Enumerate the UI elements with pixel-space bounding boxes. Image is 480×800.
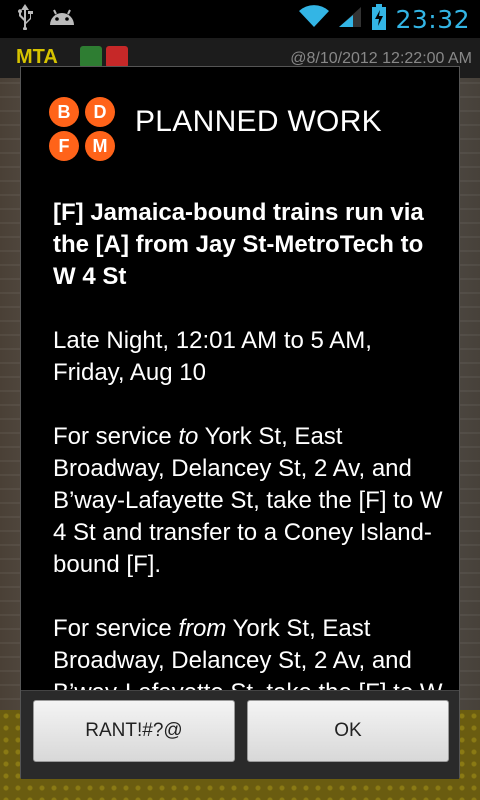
para-prefix: For service [53, 423, 179, 450]
planned-work-dialog: B D F M PLANNED WORK [F] Jamaica-bound t… [20, 66, 460, 779]
notice-headline: [F] Jamaica-bound trains run via the [A]… [53, 199, 424, 290]
notice-paragraph-to: For service to York St, East Broadway, D… [53, 421, 443, 581]
status-bar: 23:32 [0, 0, 480, 38]
rant-button[interactable]: RANT!#?@ [33, 700, 235, 762]
para-prefix: For service [53, 615, 179, 642]
usb-icon [16, 4, 34, 34]
para-emphasis: from [178, 615, 227, 642]
notice-schedule: Late Night, 12:01 AM to 5 AM, Friday, Au… [53, 327, 372, 386]
dialog-title: PLANNED WORK [135, 105, 382, 138]
notice-paragraph-from: For service from York St, East Broadway,… [53, 613, 443, 690]
battery-charging-icon [371, 4, 387, 34]
down-arrow-icon [106, 46, 128, 68]
up-arrow-icon [80, 46, 102, 68]
background-arrows [80, 46, 128, 68]
dialog-header: B D F M PLANNED WORK [21, 67, 459, 177]
route-bullet-m: M [85, 131, 115, 161]
para-emphasis: to [178, 423, 199, 450]
clock: 23:32 [395, 4, 470, 34]
signal-icon [337, 5, 363, 33]
android-icon [48, 7, 76, 31]
dialog-button-bar: RANT!#?@ OK [21, 690, 459, 779]
route-bullet-d: D [85, 97, 115, 127]
route-bullet-b: B [49, 97, 79, 127]
dialog-message-scroll[interactable]: [F] Jamaica-bound trains run via the [A]… [53, 197, 443, 690]
ok-button[interactable]: OK [247, 700, 449, 762]
route-bullets-logo: B D F M [49, 97, 119, 161]
route-bullet-f: F [49, 131, 79, 161]
wifi-icon [299, 5, 330, 33]
